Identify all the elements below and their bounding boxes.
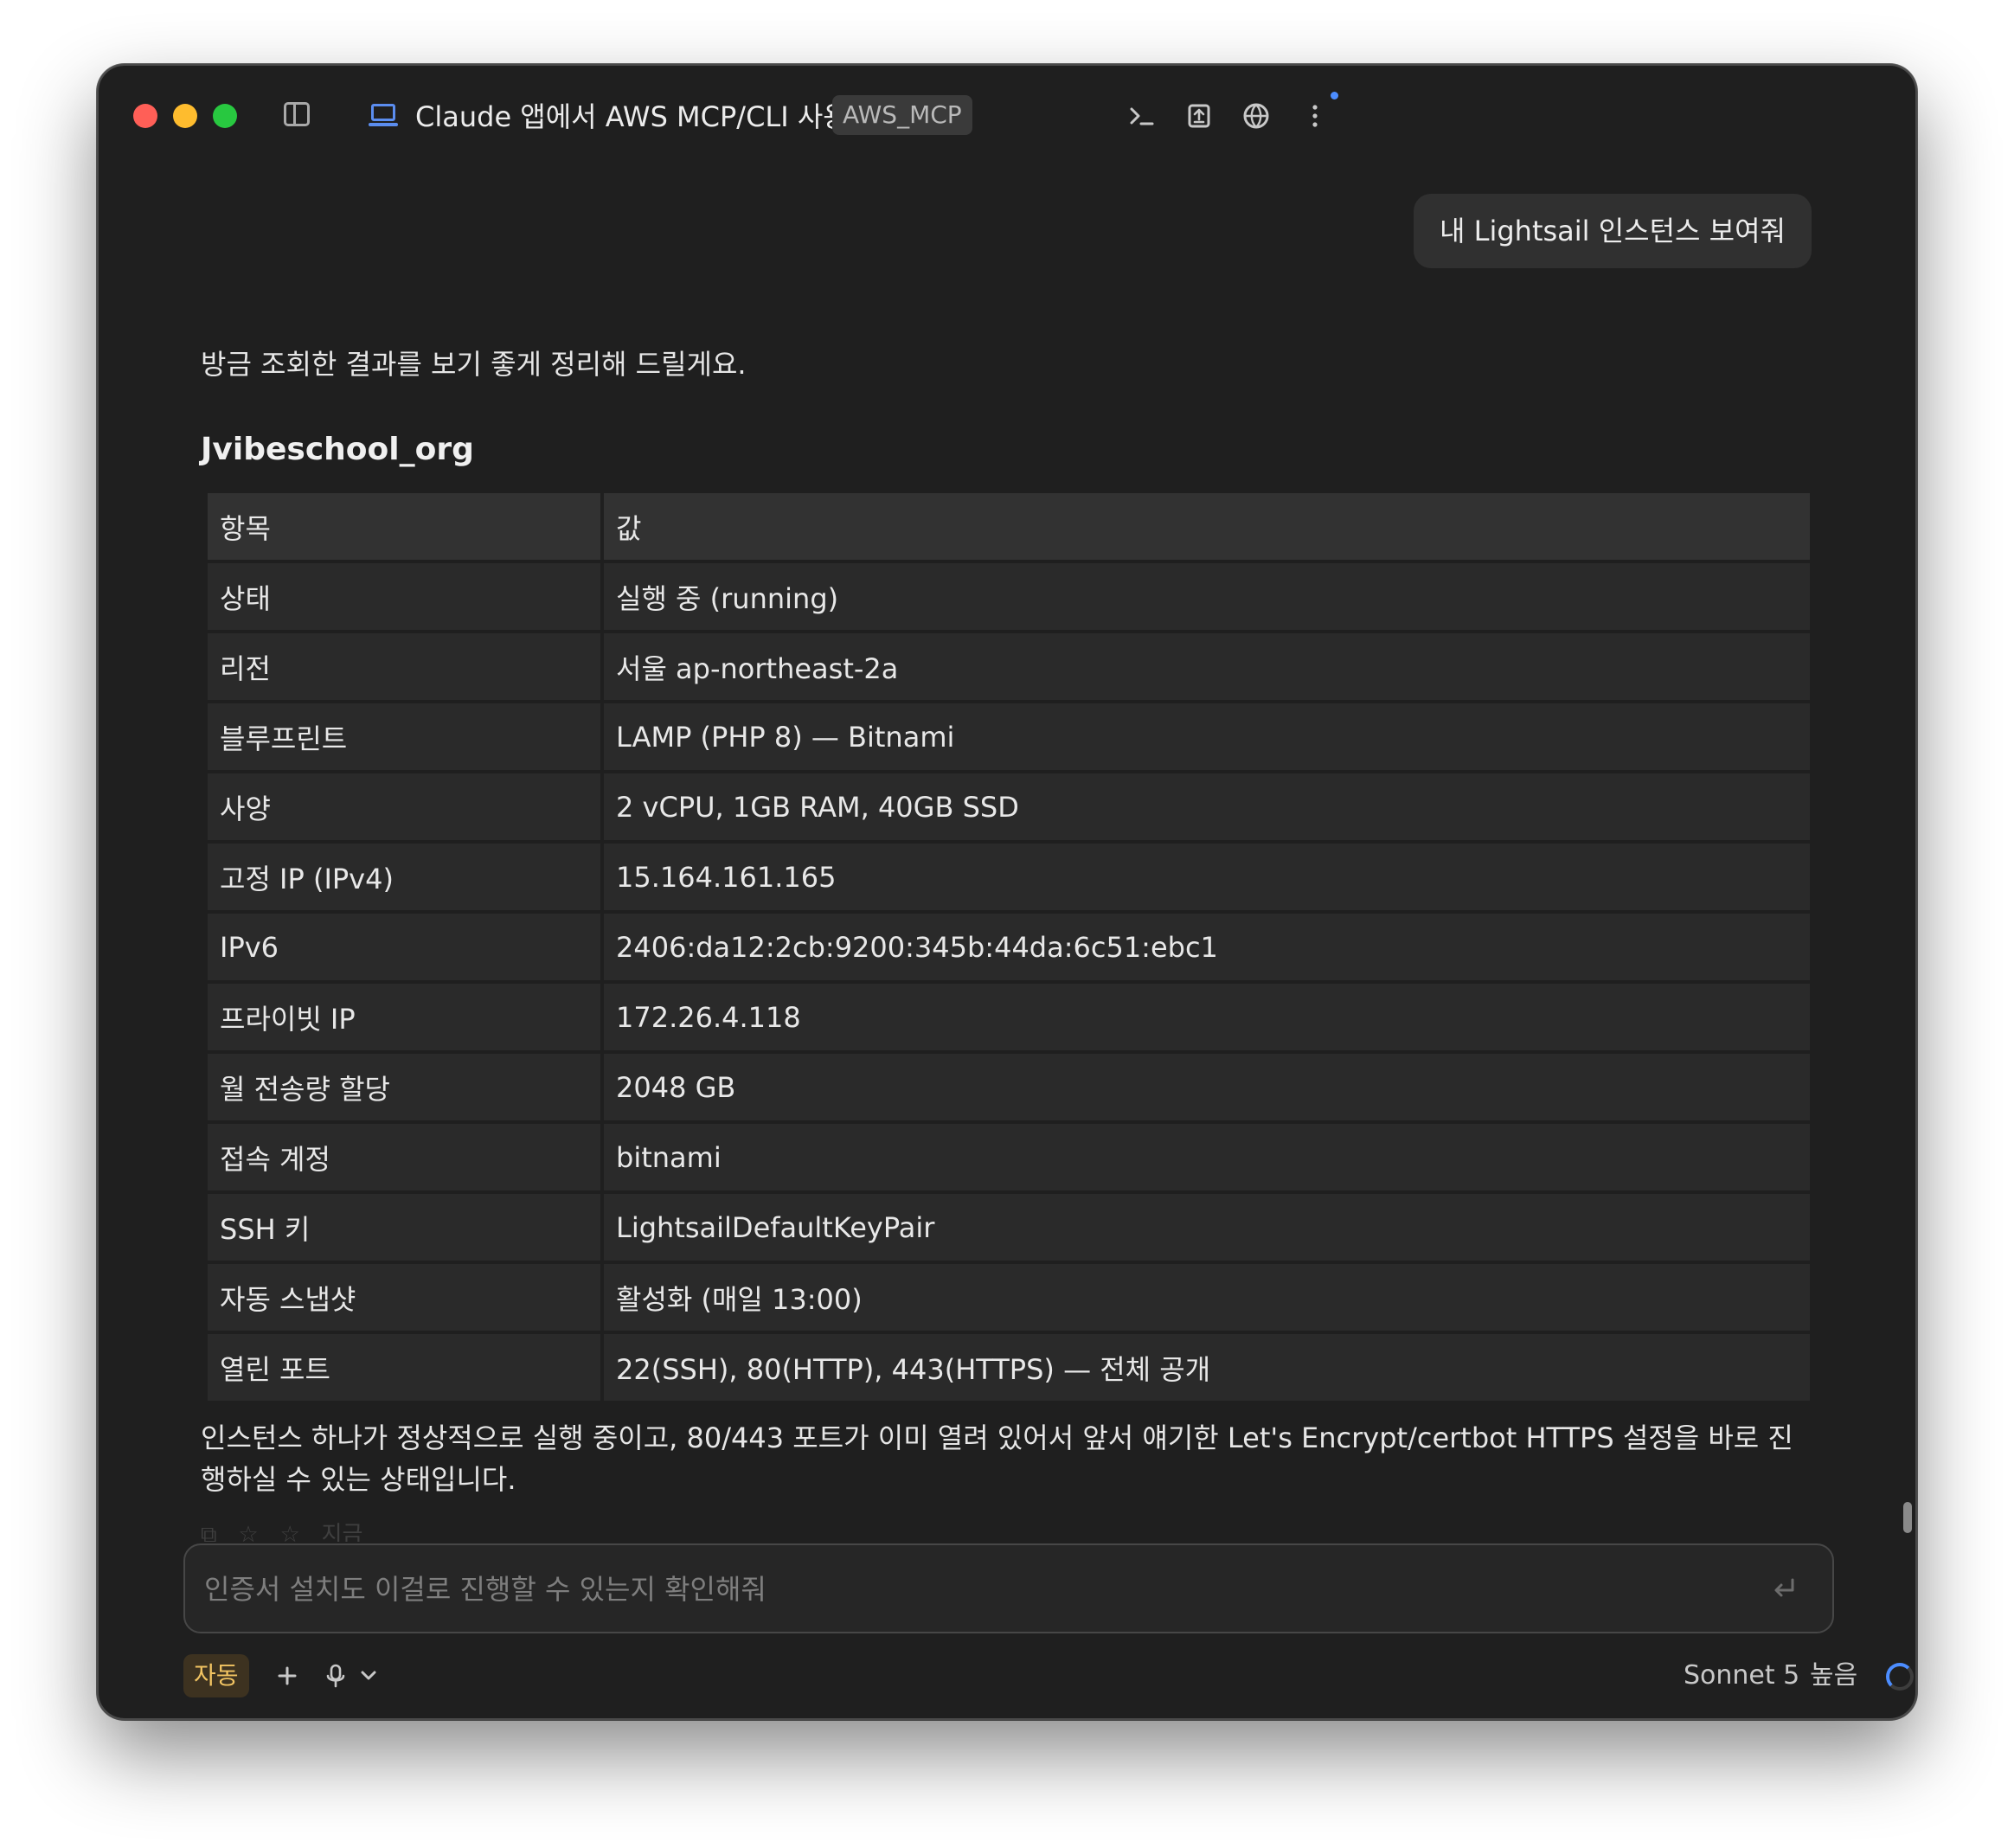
row-key: 고정 IP (IPv4)	[208, 844, 600, 910]
title-bar: Claude 앱에서 AWS MCP/CLI 사용 AWS_MCP	[99, 66, 1915, 163]
message-input[interactable]	[202, 1545, 1746, 1633]
row-value: 서울 ap-northeast-2a	[604, 633, 1810, 700]
row-value: 15.164.161.165	[604, 844, 1810, 910]
row-value: 2 vCPU, 1GB RAM, 40GB SSD	[604, 773, 1810, 840]
effort-selector[interactable]: 높음	[1810, 1654, 1857, 1697]
thumbs-up-icon[interactable]: ☆	[238, 1522, 258, 1542]
laptop-icon	[369, 104, 398, 130]
row-key: 자동 스냅샷	[208, 1264, 600, 1331]
row-key: 블루프린트	[208, 703, 600, 770]
row-key: 상태	[208, 563, 600, 630]
row-key: SSH 키	[208, 1194, 600, 1261]
user-message: 내 Lightsail 인스턴스 보여줘	[1414, 194, 1812, 268]
microphone-icon[interactable]	[320, 1658, 351, 1694]
terminal-icon[interactable]	[1126, 100, 1158, 132]
app-window: Claude 앱에서 AWS MCP/CLI 사용 AWS_MCP 내 Ligh…	[97, 64, 1917, 1720]
scrollbar-thumb[interactable]	[1903, 1502, 1912, 1533]
thumbs-down-icon[interactable]: ☆	[279, 1522, 299, 1542]
table-header-row: 항목 값	[208, 493, 1810, 560]
table-row: 프라이빗 IP 172.26.4.118	[208, 984, 1810, 1050]
table-row: 블루프린트 LAMP (PHP 8) — Bitnami	[208, 703, 1810, 770]
minimize-window-button[interactable]	[173, 104, 197, 128]
row-key: 리전	[208, 633, 600, 700]
row-key: 프라이빗 IP	[208, 984, 600, 1050]
table-header-value: 값	[604, 493, 1810, 560]
conversation-title[interactable]: Claude 앱에서 AWS MCP/CLI 사용	[415, 95, 849, 138]
table-row: 리전 서울 ap-northeast-2a	[208, 633, 1810, 700]
globe-icon[interactable]	[1241, 100, 1272, 132]
table-header-key: 항목	[208, 493, 600, 560]
table-row: 접속 계정 bitnami	[208, 1124, 1810, 1190]
assistant-summary-text: 인스턴스 하나가 정상적으로 실행 중이고, 80/443 포트가 이미 열려 …	[201, 1421, 1793, 1496]
composer-toolbar: 자동 Sonnet 5 높음	[183, 1654, 1914, 1697]
message-composer[interactable]	[183, 1543, 1834, 1633]
table-row: 고정 IP (IPv4) 15.164.161.165	[208, 844, 1810, 910]
row-value: 실행 중 (running)	[604, 563, 1810, 630]
loading-spinner-icon	[1886, 1663, 1914, 1691]
instance-details-table: 항목 값 상태 실행 중 (running) 리전 서울 ap-northeast-…	[204, 490, 1813, 1404]
row-value: 22(SSH), 80(HTTP), 443(HTTPS) — 전체 공개	[604, 1334, 1810, 1401]
table-row: 열린 포트 22(SSH), 80(HTTP), 443(HTTPS) — 전체 …	[208, 1334, 1810, 1401]
copy-icon[interactable]: ⧉	[201, 1522, 217, 1542]
mode-selector[interactable]: 자동	[183, 1654, 249, 1697]
more-vertical-icon[interactable]	[1299, 100, 1331, 132]
row-value: LAMP (PHP 8) — Bitnami	[604, 703, 1810, 770]
table-row: SSH 키 LightsailDefaultKeyPair	[208, 1194, 1810, 1261]
plus-icon[interactable]	[272, 1658, 303, 1694]
export-icon[interactable]	[1183, 100, 1215, 132]
row-key: 열린 포트	[208, 1334, 600, 1401]
message-actions[interactable]: ⧉ ☆ ☆ 지금	[201, 1511, 426, 1542]
row-value: 172.26.4.118	[604, 984, 1810, 1050]
table-row: 사양 2 vCPU, 1GB RAM, 40GB SSD	[208, 773, 1810, 840]
sidebar-toggle-icon[interactable]	[284, 102, 310, 126]
model-selector[interactable]: Sonnet 5	[1684, 1654, 1799, 1697]
return-icon[interactable]	[1767, 1571, 1801, 1606]
notification-dot	[1331, 92, 1338, 99]
table-row: 자동 스냅샷 활성화 (매일 13:00)	[208, 1264, 1810, 1331]
zoom-window-button[interactable]	[213, 104, 237, 128]
assistant-intro-text: 방금 조회한 결과를 보기 좋게 정리해 드릴게요.	[201, 348, 747, 381]
row-value: 2406:da12:2cb:9200:345b:44da:6c51:ebc1	[604, 914, 1810, 980]
row-key: 사양	[208, 773, 600, 840]
project-badge[interactable]: AWS_MCP	[832, 95, 972, 135]
row-key: IPv6	[208, 914, 600, 980]
table-row: 월 전송량 할당 2048 GB	[208, 1054, 1810, 1120]
row-value: 2048 GB	[604, 1054, 1810, 1120]
table-row: IPv6 2406:da12:2cb:9200:345b:44da:6c51:eb…	[208, 914, 1810, 980]
chevron-down-icon[interactable]	[355, 1658, 382, 1694]
row-key: 월 전송량 할당	[208, 1054, 600, 1120]
row-value: bitnami	[604, 1124, 1810, 1190]
instance-heading: Jvibeschool_org	[201, 432, 474, 467]
table-row: 상태 실행 중 (running)	[208, 563, 1810, 630]
row-key: 접속 계정	[208, 1124, 600, 1190]
row-value: LightsailDefaultKeyPair	[604, 1194, 1810, 1261]
row-value: 활성화 (매일 13:00)	[604, 1264, 1810, 1331]
message-timestamp: 지금	[321, 1522, 363, 1542]
close-window-button[interactable]	[133, 104, 157, 128]
